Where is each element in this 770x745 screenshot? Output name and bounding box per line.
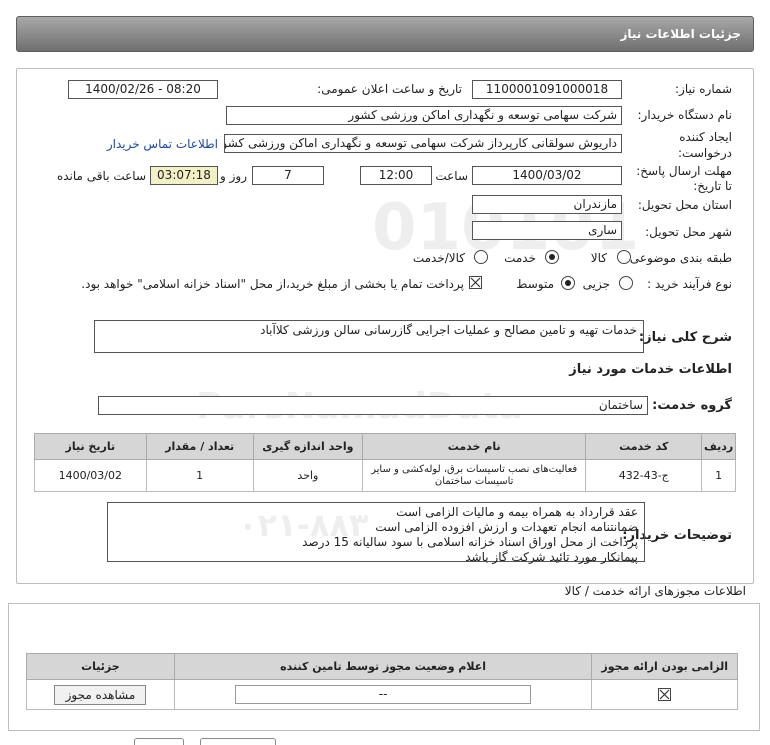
table-row: -- مشاهده مجوز bbox=[26, 679, 738, 710]
remaining-label: ساعت باقی مانده bbox=[56, 169, 146, 183]
bottom-button-right[interactable] bbox=[200, 738, 276, 745]
buyer-notes-field: عقد قرارداد به همراه بیمه و مالیات الزام… bbox=[107, 502, 645, 564]
remaining-time-field: 03:07:18 bbox=[150, 166, 218, 185]
deadline-label-2: تا تاریخ: bbox=[693, 179, 732, 193]
col-date: تاریخ نیاز bbox=[34, 433, 147, 460]
cell-name-line2: تاسیسات ساختمان bbox=[434, 475, 514, 487]
table-row: 1 ج-43-432 فعالیت‌های نصب تاسیسات برق، ل… bbox=[34, 459, 736, 492]
check-cross-icon bbox=[659, 689, 670, 700]
deadline-label: مهلت ارسال پاسخ: bbox=[636, 164, 732, 178]
col-name: نام خدمت bbox=[362, 433, 587, 460]
category-option-service: خدمت bbox=[504, 251, 536, 265]
buyer-note-line: پیمانکار مورد تائید شرکت گاز باشد bbox=[465, 550, 638, 564]
services-table: ردیف کد خدمت نام خدمت واحد اندازه گیری ت… bbox=[34, 433, 736, 492]
description-field: خدمات تهیه و تامین مصالح و عملیات اجرایی… bbox=[94, 320, 644, 353]
process-radio-medium[interactable] bbox=[561, 276, 575, 290]
buyer-org-label: نام دستگاه خریدار: bbox=[637, 108, 733, 122]
cell-code: ج-43-432 bbox=[585, 459, 703, 492]
cell-permit-status: -- bbox=[173, 679, 593, 710]
category-radio-goods-service[interactable] bbox=[474, 250, 488, 264]
payment-note: پرداخت تمام یا بخشی از مبلغ خرید،از محل … bbox=[81, 277, 464, 291]
process-label: نوع فرآیند خرید : bbox=[647, 277, 732, 291]
cell-permit-details: مشاهده مجوز bbox=[26, 679, 175, 710]
services-table-header: ردیف کد خدمت نام خدمت واحد اندازه گیری ت… bbox=[34, 433, 736, 460]
announce-label: تاریخ و ساعت اعلان عمومی: bbox=[317, 82, 462, 96]
days-field: 7 bbox=[252, 166, 324, 185]
need-number-field: 1100001091000018 bbox=[472, 80, 622, 99]
cell-unit: واحد bbox=[252, 459, 364, 492]
permits-table-header: الزامی بودن ارائه مجوز اعلام وضعیت مجوز … bbox=[26, 653, 738, 680]
category-label: طبقه بندی موضوعی: bbox=[625, 251, 732, 265]
deadline-time-label: ساعت bbox=[435, 169, 468, 183]
check-cross-icon bbox=[470, 277, 481, 288]
category-radio-service[interactable] bbox=[545, 250, 559, 264]
col-permit-required: الزامی بودن ارائه مجوز bbox=[591, 653, 738, 680]
creator-field: داریوش سولقانی کارپرداز شرکت سهامی توسعه… bbox=[224, 134, 622, 153]
category-option-goods: کالا bbox=[590, 251, 607, 265]
category-radio-goods[interactable] bbox=[617, 250, 631, 264]
province-label: استان محل تحویل: bbox=[637, 198, 732, 212]
services-section-title: اطلاعات خدمات مورد نیاز bbox=[569, 362, 732, 377]
buyer-contact-link[interactable]: اطلاعات تماس خریدار bbox=[107, 137, 218, 151]
page-title: جزئیات اطلاعات نیاز bbox=[620, 27, 741, 41]
cell-qty: 1 bbox=[145, 459, 254, 492]
service-group-field: ساختمان bbox=[98, 396, 648, 415]
need-number-label: شماره نیاز: bbox=[675, 82, 732, 96]
process-option-minor: جزیی bbox=[582, 277, 610, 291]
city-label: شهر محل تحویل: bbox=[645, 225, 732, 239]
announce-field: 1400/02/26 - 08:20 bbox=[68, 80, 218, 99]
col-permit-details: جزئیات bbox=[26, 653, 175, 680]
permits-table: الزامی بودن ارائه مجوز اعلام وضعیت مجوز … bbox=[26, 653, 738, 710]
buyer-note-line: ضمانتنامه انجام تعهدات و ارزش افزوده الز… bbox=[375, 520, 638, 534]
cell-row: 1 bbox=[701, 459, 736, 492]
permit-required-checkbox bbox=[658, 688, 672, 702]
col-qty: تعداد / مقدار bbox=[145, 433, 254, 460]
process-option-medium: متوسط bbox=[516, 277, 554, 291]
process-radio-minor[interactable] bbox=[619, 276, 633, 290]
description-label: شرح کلی نیاز: bbox=[638, 330, 732, 345]
buyer-note-line: پرداخت از محل اوراق اسناد خزانه اسلامی ب… bbox=[302, 535, 638, 549]
buyer-org-field: شرکت سهامی توسعه و نگهداری اماکن ورزشی ک… bbox=[226, 106, 622, 125]
page-header: جزئیات اطلاعات نیاز bbox=[16, 16, 754, 52]
cell-permit-required bbox=[591, 679, 738, 710]
col-row: ردیف bbox=[701, 433, 736, 460]
cell-name: فعالیت‌های نصب تاسیسات برق، لوله‌کشی و س… bbox=[362, 459, 587, 492]
col-code: کد خدمت bbox=[585, 433, 703, 460]
deadline-date-field: 1400/03/02 bbox=[472, 166, 622, 185]
province-field: مازندران bbox=[472, 195, 622, 214]
permit-status-select[interactable]: -- bbox=[235, 685, 532, 704]
permits-title: اطلاعات مجوزهای ارائه خدمت / کالا bbox=[564, 584, 746, 598]
deadline-time-field: 12:00 bbox=[360, 166, 432, 185]
col-unit: واحد اندازه گیری bbox=[252, 433, 364, 460]
bottom-button-left[interactable] bbox=[134, 738, 184, 745]
cell-date: 1400/03/02 bbox=[34, 459, 147, 492]
treasury-payment-checkbox[interactable] bbox=[469, 276, 482, 289]
col-permit-status: اعلام وضعیت مجوز توسط تامین کننده bbox=[173, 653, 593, 680]
days-label: روز و bbox=[220, 169, 247, 183]
service-group-label: گروه خدمت: bbox=[652, 398, 732, 413]
creator-label-2: درخواست: bbox=[678, 146, 732, 160]
city-field: ساری bbox=[472, 221, 622, 240]
cell-name-line1: فعالیت‌های نصب تاسیسات برق، لوله‌کشی و س… bbox=[371, 463, 578, 475]
category-option-goods-service: کالا/خدمت bbox=[412, 251, 465, 265]
buyer-note-line: عقد قرارداد به همراه بیمه و مالیات الزام… bbox=[396, 505, 638, 519]
view-permit-button[interactable]: مشاهده مجوز bbox=[54, 684, 147, 705]
creator-label: ایجاد کننده bbox=[679, 130, 732, 144]
